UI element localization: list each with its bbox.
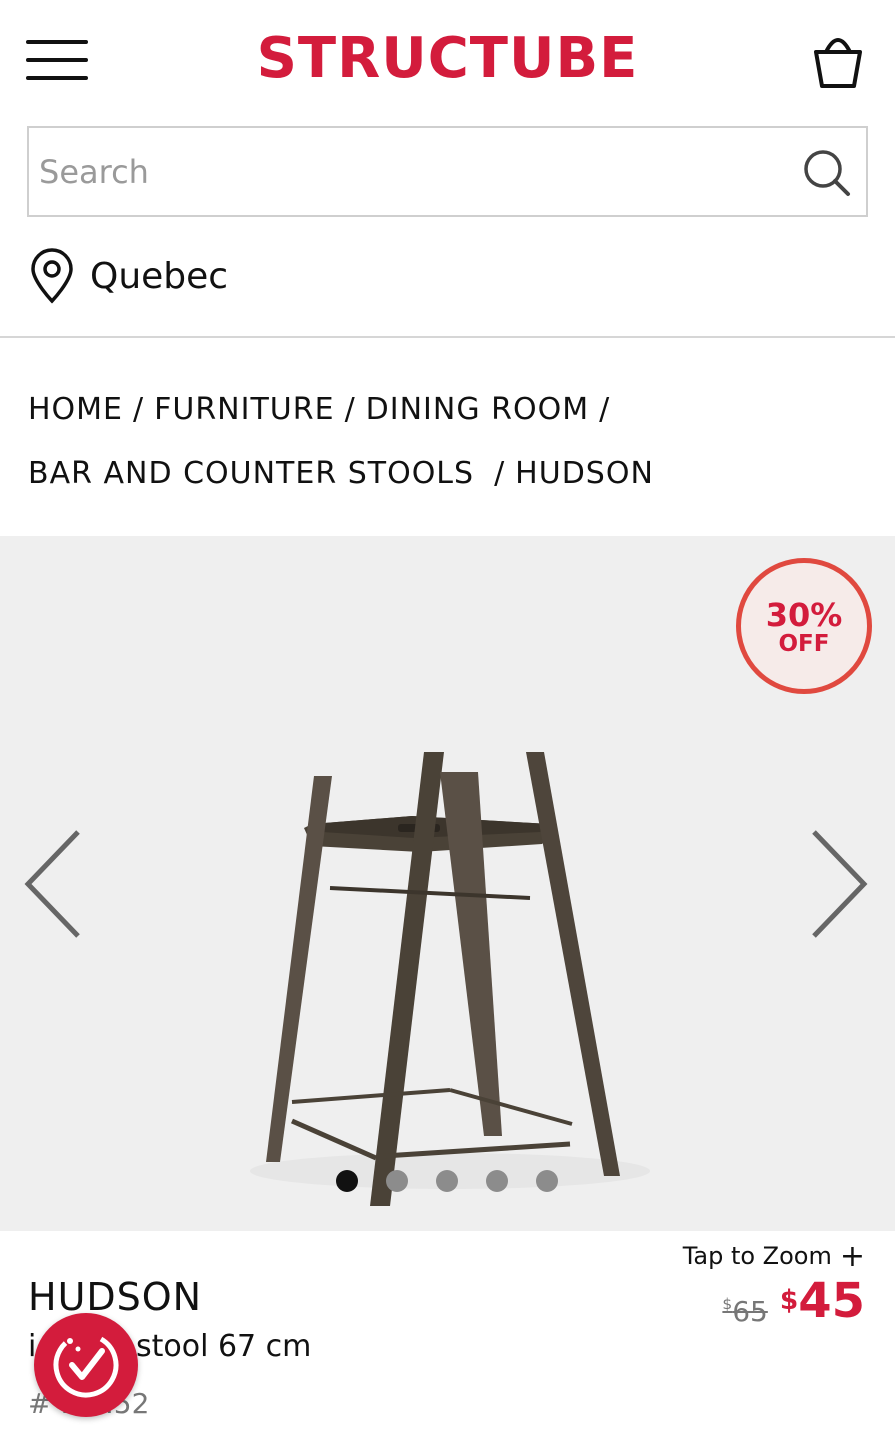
breadcrumb: HOME / FURNITURE / DINING ROOM / BAR AND COUN… bbox=[28, 378, 868, 506]
chevron-right-icon[interactable] bbox=[808, 826, 872, 942]
zoom-label: Tap to Zoom bbox=[682, 1242, 832, 1270]
gallery-dot-4[interactable] bbox=[486, 1170, 508, 1192]
gallery-dot-3[interactable] bbox=[436, 1170, 458, 1192]
search-bar bbox=[27, 126, 868, 217]
site-header: STRUCTUBE bbox=[0, 0, 895, 120]
map-pin-icon bbox=[31, 248, 73, 304]
discount-percent: 30% bbox=[765, 596, 843, 634]
breadcrumb-separator: / bbox=[133, 392, 145, 427]
location-label: Quebec bbox=[90, 255, 229, 297]
breadcrumb-bar-counter-stools[interactable]: BAR AND COUNTER STOOLS bbox=[28, 456, 474, 491]
tap-to-zoom-button[interactable]: Tap to Zoom + bbox=[683, 1239, 865, 1274]
gallery-pagination bbox=[336, 1170, 586, 1194]
plus-icon: + bbox=[839, 1239, 865, 1274]
breadcrumb-separator: / bbox=[494, 456, 506, 491]
gallery-dot-2[interactable] bbox=[386, 1170, 408, 1192]
breadcrumb-dining-room[interactable]: DINING ROOM bbox=[366, 392, 589, 427]
discount-badge: 30% OFF bbox=[736, 558, 872, 694]
sale-price: $45 bbox=[779, 1273, 865, 1329]
breadcrumb-home[interactable]: HOME bbox=[28, 392, 123, 427]
breadcrumb-separator: / bbox=[344, 392, 356, 427]
price-block: $65 $45 bbox=[722, 1277, 865, 1328]
store-location-selector[interactable]: Quebec bbox=[28, 248, 228, 304]
discount-off-label: OFF bbox=[778, 631, 830, 657]
site-logo[interactable]: STRUCTUBE bbox=[0, 26, 895, 91]
product-name: HUDSON bbox=[28, 1275, 203, 1319]
header-divider bbox=[0, 336, 895, 338]
gallery-dot-1[interactable] bbox=[336, 1170, 358, 1192]
chevron-left-icon[interactable] bbox=[20, 826, 84, 942]
search-icon[interactable] bbox=[802, 148, 852, 198]
product-image-stool[interactable] bbox=[240, 666, 660, 1206]
review-check-icon[interactable] bbox=[34, 1313, 138, 1417]
breadcrumb-furniture[interactable]: FURNITURE bbox=[154, 392, 334, 427]
breadcrumb-hudson: HUDSON bbox=[515, 456, 654, 491]
product-image-gallery[interactable]: 30% OFF bbox=[0, 536, 895, 1231]
original-price: $65 bbox=[722, 1295, 768, 1328]
shopping-basket-icon[interactable] bbox=[808, 32, 868, 90]
gallery-dot-5[interactable] bbox=[536, 1170, 558, 1192]
breadcrumb-separator: / bbox=[599, 392, 611, 427]
product-info: Tap to Zoom + HUDSON i unter stool 67 cm … bbox=[0, 1231, 895, 1440]
search-input[interactable] bbox=[39, 142, 779, 202]
